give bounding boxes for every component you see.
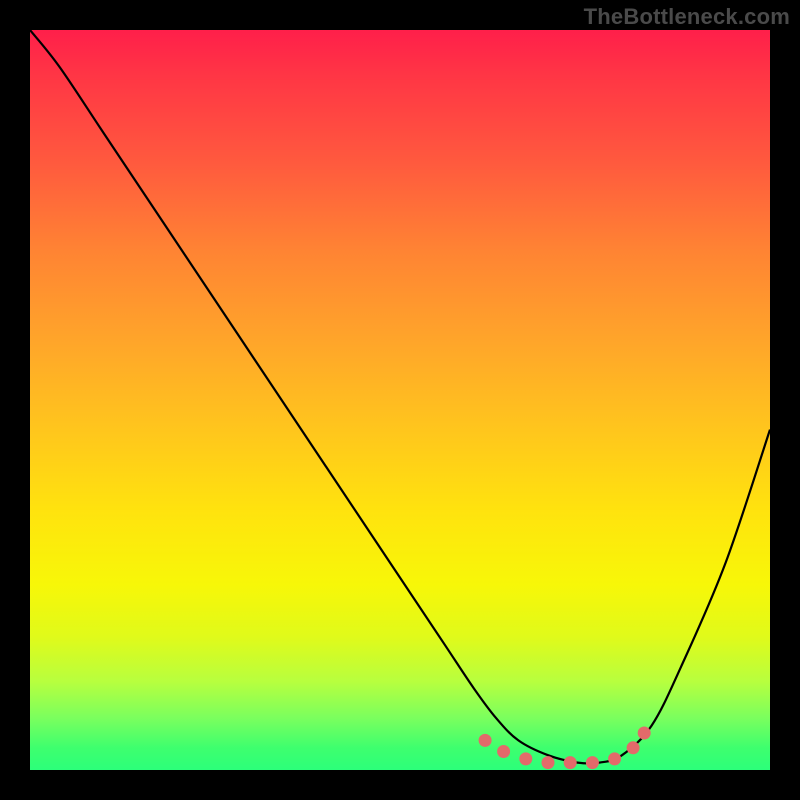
- curve-marker: [586, 756, 599, 769]
- curve-marker: [638, 727, 651, 740]
- bottleneck-curve-path: [30, 30, 770, 764]
- curve-marker: [497, 745, 510, 758]
- chart-frame: TheBottleneck.com: [0, 0, 800, 800]
- bottleneck-curve-svg: [30, 30, 770, 770]
- curve-marker: [542, 756, 555, 769]
- plot-area: [30, 30, 770, 770]
- curve-marker: [627, 741, 640, 754]
- curve-markers: [479, 727, 651, 770]
- curve-marker: [564, 756, 577, 769]
- curve-marker: [479, 734, 492, 747]
- curve-marker: [519, 752, 532, 765]
- attribution-label: TheBottleneck.com: [584, 4, 790, 30]
- curve-marker: [608, 752, 621, 765]
